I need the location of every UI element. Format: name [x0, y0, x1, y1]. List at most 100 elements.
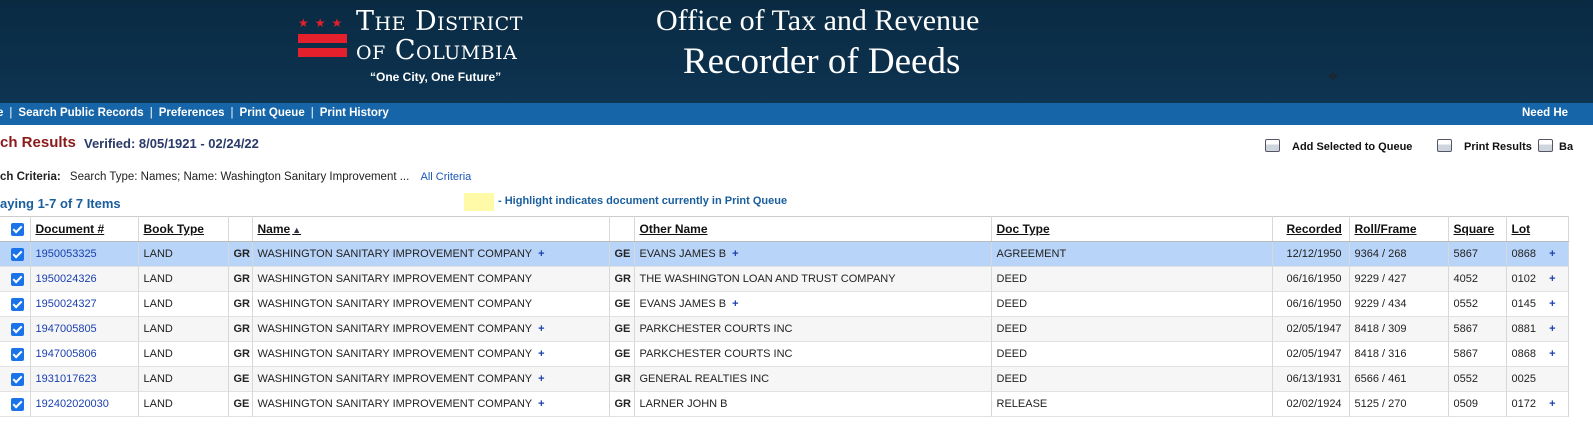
- header-banner: ★★★ The District of Columbia “One City, …: [0, 0, 1593, 103]
- expand-plus-icon[interactable]: +: [1549, 248, 1555, 260]
- select-all-header[interactable]: [0, 216, 31, 242]
- expand-plus-icon[interactable]: +: [1549, 273, 1555, 285]
- square-cell: 5867: [1448, 316, 1507, 342]
- roll-frame-cell: 5125 / 270: [1349, 391, 1449, 417]
- table-row[interactable]: 1931017623 LAND GE WASHINGTON SANITARY IMPR…: [0, 366, 1569, 392]
- col-other-name[interactable]: Other Name: [634, 216, 992, 242]
- expand-plus-icon[interactable]: +: [538, 248, 544, 260]
- back-button[interactable]: Ba: [1538, 139, 1573, 153]
- document-link[interactable]: 1950053325: [36, 248, 97, 260]
- row-checkbox-cell[interactable]: [0, 316, 31, 342]
- col-document-number[interactable]: Document #: [30, 216, 139, 242]
- lot-text: 0145: [1511, 298, 1536, 310]
- roll-frame-cell: 9229 / 434: [1349, 291, 1449, 317]
- row-checkbox-cell[interactable]: [0, 266, 31, 292]
- select-all-checkbox[interactable]: [11, 223, 24, 237]
- nav-item-print-queue[interactable]: Print Queue: [240, 107, 305, 119]
- col-name-label: Name: [257, 222, 291, 236]
- expand-plus-icon[interactable]: +: [538, 348, 544, 360]
- other-name-cell: THE WASHINGTON LOAN AND TRUST COMPANY: [634, 266, 992, 292]
- other-name-text: LARNER JOHN B: [639, 398, 728, 410]
- dc-logo-line1: The District: [356, 6, 523, 37]
- table-row[interactable]: 1950024326 LAND GR WASHINGTON SANITARY IMPR…: [0, 266, 1569, 292]
- page-title: ch Results: [0, 134, 76, 151]
- nav-need-help-link[interactable]: Need He: [1522, 107, 1568, 119]
- role1-cell: GR: [228, 341, 253, 367]
- lot-cell: 0102 +: [1506, 266, 1569, 292]
- lot-cell: 0868 +: [1506, 341, 1569, 367]
- search-criteria: ch Criteria: Search Type: Names; Name: W…: [0, 171, 471, 183]
- table-row[interactable]: 1950053325 LAND GR WASHINGTON SANITARY IMPR…: [0, 241, 1569, 267]
- document-link[interactable]: 1931017623: [36, 373, 97, 385]
- col-roll-frame[interactable]: Roll/Frame: [1349, 216, 1449, 242]
- col-recorded[interactable]: Recorded: [1272, 216, 1350, 242]
- document-number-cell: 1950053325: [30, 241, 139, 267]
- table-row[interactable]: 1947005805 LAND GR WASHINGTON SANITARY IMPR…: [0, 316, 1569, 342]
- table-row[interactable]: 1947005806 LAND GR WASHINGTON SANITARY IMPR…: [0, 341, 1569, 367]
- row-checkbox[interactable]: [11, 272, 24, 286]
- role2-cell: GE: [609, 316, 635, 342]
- name-text: WASHINGTON SANITARY IMPROVEMENT COMPANY: [257, 398, 533, 410]
- lot-cell: 0025: [1506, 366, 1569, 392]
- expand-plus-icon[interactable]: +: [732, 248, 738, 260]
- row-checkbox-cell[interactable]: [0, 241, 31, 267]
- name-cell: WASHINGTON SANITARY IMPROVEMENT COMPANY +: [252, 241, 610, 267]
- name-text: WASHINGTON SANITARY IMPROVEMENT COMPANY: [257, 298, 533, 310]
- col-name[interactable]: Name ▲: [252, 216, 610, 242]
- other-name-text: THE WASHINGTON LOAN AND TRUST COMPANY: [639, 273, 896, 285]
- row-checkbox[interactable]: [11, 322, 24, 336]
- document-link[interactable]: 192402020030: [36, 398, 109, 410]
- expand-plus-icon[interactable]: +: [1549, 298, 1555, 310]
- nav-item-search-public-records[interactable]: Search Public Records: [18, 107, 143, 119]
- dc-flag-bar-icon: [298, 48, 347, 57]
- other-name-text: EVANS JAMES B: [639, 298, 727, 310]
- row-checkbox[interactable]: [11, 297, 24, 311]
- row-checkbox-cell[interactable]: [0, 366, 31, 392]
- expand-plus-icon[interactable]: +: [538, 398, 544, 410]
- document-link[interactable]: 1950024326: [36, 273, 97, 285]
- row-checkbox-cell[interactable]: [0, 291, 31, 317]
- row-checkbox[interactable]: [11, 347, 24, 361]
- row-checkbox[interactable]: [11, 372, 24, 386]
- other-name-cell: PARKCHESTER COURTS INC: [634, 341, 992, 367]
- role2-cell: GR: [609, 366, 635, 392]
- col-book-type[interactable]: Book Type: [138, 216, 229, 242]
- doc-type-cell: DEED: [991, 316, 1273, 342]
- table-row[interactable]: 1950024327 LAND GR WASHINGTON SANITARY IMPR…: [0, 291, 1569, 317]
- print-results-button[interactable]: Print Results: [1437, 139, 1532, 153]
- role2-cell: GE: [609, 291, 635, 317]
- col-square[interactable]: Square: [1448, 216, 1507, 242]
- table-row[interactable]: 192402020030 LAND GE WASHINGTON SANITARY IM…: [0, 391, 1569, 417]
- document-link[interactable]: 1947005805: [36, 323, 97, 335]
- expand-plus-icon[interactable]: +: [538, 323, 544, 335]
- row-checkbox-cell[interactable]: [0, 341, 31, 367]
- nav-item-print-history[interactable]: Print History: [320, 107, 389, 119]
- role1-cell: GR: [228, 316, 253, 342]
- col-role1: [228, 216, 253, 242]
- expand-plus-icon[interactable]: +: [538, 373, 544, 385]
- all-criteria-link[interactable]: All Criteria: [421, 171, 472, 183]
- row-checkbox[interactable]: [11, 247, 24, 261]
- dc-flag-bar-icon: [298, 34, 347, 43]
- row-checkbox[interactable]: [11, 397, 24, 411]
- expand-plus-icon[interactable]: +: [732, 298, 738, 310]
- roll-frame-cell: 8418 / 309: [1349, 316, 1449, 342]
- highlight-swatch: [464, 193, 494, 211]
- document-link[interactable]: 1950024327: [36, 298, 97, 310]
- document-number-cell: 1931017623: [30, 366, 139, 392]
- col-lot[interactable]: Lot: [1506, 216, 1569, 242]
- highlight-legend: - Highlight indicates document currently…: [498, 195, 788, 207]
- role1-cell: GE: [228, 366, 253, 392]
- nav-item-preferences[interactable]: Preferences: [159, 107, 225, 119]
- name-cell: WASHINGTON SANITARY IMPROVEMENT COMPANY +: [252, 316, 610, 342]
- document-link[interactable]: 1947005806: [36, 348, 97, 360]
- expand-plus-icon[interactable]: +: [1549, 398, 1555, 410]
- row-checkbox-cell[interactable]: [0, 391, 31, 417]
- nav-item-home[interactable]: e: [0, 107, 3, 119]
- other-name-text: GENERAL REALTIES INC: [639, 373, 770, 385]
- col-doc-type[interactable]: Doc Type: [991, 216, 1273, 242]
- add-to-queue-button[interactable]: Add Selected to Queue: [1265, 139, 1412, 153]
- expand-plus-icon[interactable]: +: [1549, 323, 1555, 335]
- book-type-cell: LAND: [138, 341, 229, 367]
- expand-plus-icon[interactable]: +: [1549, 348, 1555, 360]
